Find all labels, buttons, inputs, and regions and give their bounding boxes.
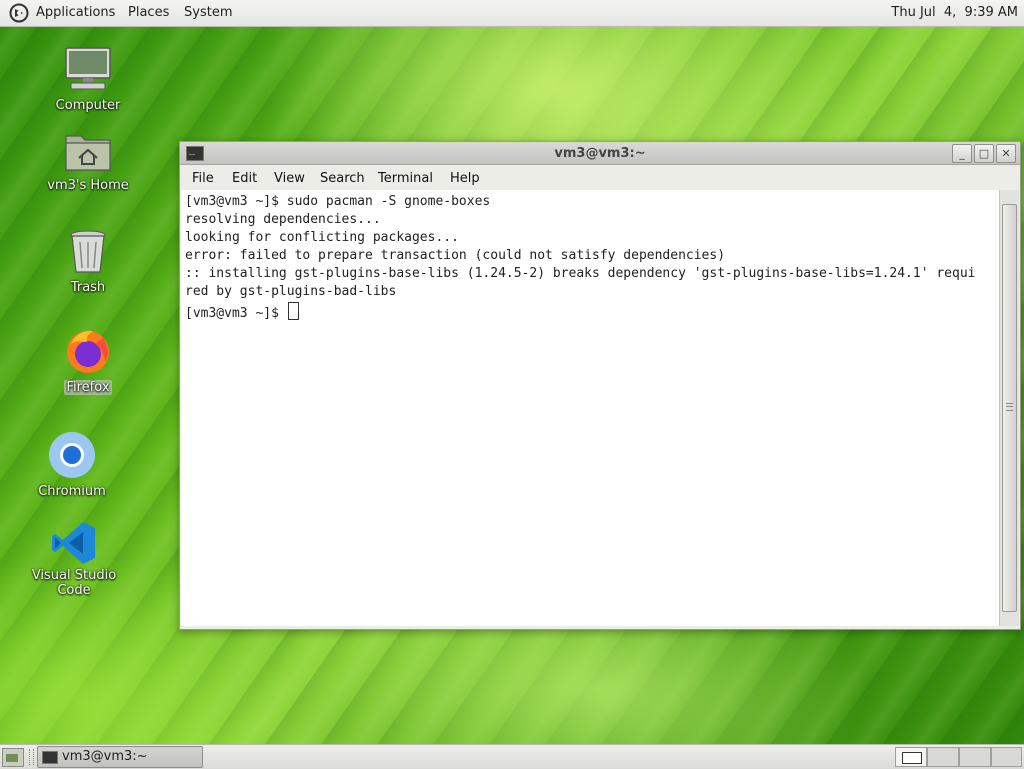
scrollbar-thumb[interactable]: [1002, 204, 1017, 612]
terminal-line: looking for conflicting packages...: [185, 230, 459, 245]
firefox-icon: [67, 330, 109, 373]
workspace-1[interactable]: [895, 747, 927, 767]
menu-applications[interactable]: Applications: [36, 5, 115, 20]
terminal-window[interactable]: vm3@vm3:~ _ □ ✕ File Edit View Search Te…: [179, 141, 1021, 630]
workspace-3[interactable]: [959, 747, 991, 767]
applications-logo-icon[interactable]: [9, 3, 29, 23]
terminal-line: red by gst-plugins-bad-libs: [185, 284, 397, 299]
top-panel: Applications Places System Thu Jul 4, 9:…: [0, 0, 1024, 27]
menu-system[interactable]: System: [184, 5, 232, 20]
maximize-button[interactable]: □: [974, 144, 994, 163]
show-desktop-button[interactable]: [2, 748, 24, 767]
menu-terminal[interactable]: Terminal: [378, 171, 433, 186]
computer-icon: [65, 47, 111, 90]
desktop-icon-label: vm3's Home: [47, 178, 129, 193]
desktop-icon-home[interactable]: vm3's Home: [38, 128, 138, 193]
minimize-button[interactable]: _: [952, 144, 972, 163]
terminal-menubar: File Edit View Search Terminal Help: [180, 165, 1020, 190]
terminal-output[interactable]: [vm3@vm3 ~]$ sudo pacman -S gnome-boxes …: [181, 190, 999, 626]
menu-file[interactable]: File: [192, 171, 214, 186]
menu-places[interactable]: Places: [128, 5, 169, 20]
menu-edit[interactable]: Edit: [232, 171, 257, 186]
panel-separator: [29, 749, 34, 765]
taskbar-button-terminal[interactable]: vm3@vm3:~: [37, 746, 203, 768]
trash-icon: [70, 230, 106, 273]
terminal-prompt: [vm3@vm3 ~]$: [185, 306, 287, 321]
menu-search[interactable]: Search: [320, 171, 365, 186]
terminal-line: resolving dependencies...: [185, 212, 381, 227]
scroll-grip-icon: [1006, 403, 1013, 411]
desktop-icon-label: Computer: [55, 98, 121, 113]
terminal-scrollbar[interactable]: [999, 190, 1019, 626]
desktop-icon-vscode[interactable]: Visual Studio Code: [14, 520, 134, 598]
text-cursor: [287, 302, 299, 320]
terminal-prompt-line: [vm3@vm3 ~]$: [185, 302, 299, 321]
terminal-line: :: installing gst-plugins-base-libs (1.2…: [185, 266, 976, 281]
terminal-icon: [42, 751, 58, 764]
desktop-icon-firefox[interactable]: Firefox: [38, 326, 138, 395]
clock[interactable]: Thu Jul 4, 9:39 AM: [891, 5, 1018, 20]
vscode-icon: [52, 522, 95, 564]
terminal-line: error: failed to prepare transaction (co…: [185, 248, 726, 263]
desktop-icon-chromium[interactable]: Chromium: [22, 430, 122, 499]
desktop-icon-label: Chromium: [38, 484, 106, 499]
terminal-line: [vm3@vm3 ~]$ sudo pacman -S gnome-boxes: [185, 194, 491, 209]
desktop-icon-label: Trash: [70, 280, 106, 295]
workspace-2[interactable]: [927, 747, 959, 767]
desktop-icon-trash[interactable]: Trash: [38, 228, 138, 295]
window-titlebar[interactable]: vm3@vm3:~ _ □ ✕: [180, 142, 1020, 165]
desktop-icon-label: Firefox: [64, 380, 112, 395]
desktop-icon-computer[interactable]: Computer: [38, 46, 138, 113]
menu-view[interactable]: View: [274, 171, 305, 186]
desktop-icon-label: Visual Studio Code: [31, 568, 117, 598]
chromium-icon: [49, 432, 95, 478]
window-title: vm3@vm3:~: [554, 146, 646, 161]
home-folder-icon: [65, 135, 111, 171]
bottom-panel: vm3@vm3:~: [0, 744, 1024, 769]
close-button[interactable]: ✕: [996, 144, 1016, 163]
workspace-4[interactable]: [991, 747, 1022, 767]
taskbar-label: vm3@vm3:~: [62, 749, 148, 764]
menu-help[interactable]: Help: [450, 171, 480, 186]
